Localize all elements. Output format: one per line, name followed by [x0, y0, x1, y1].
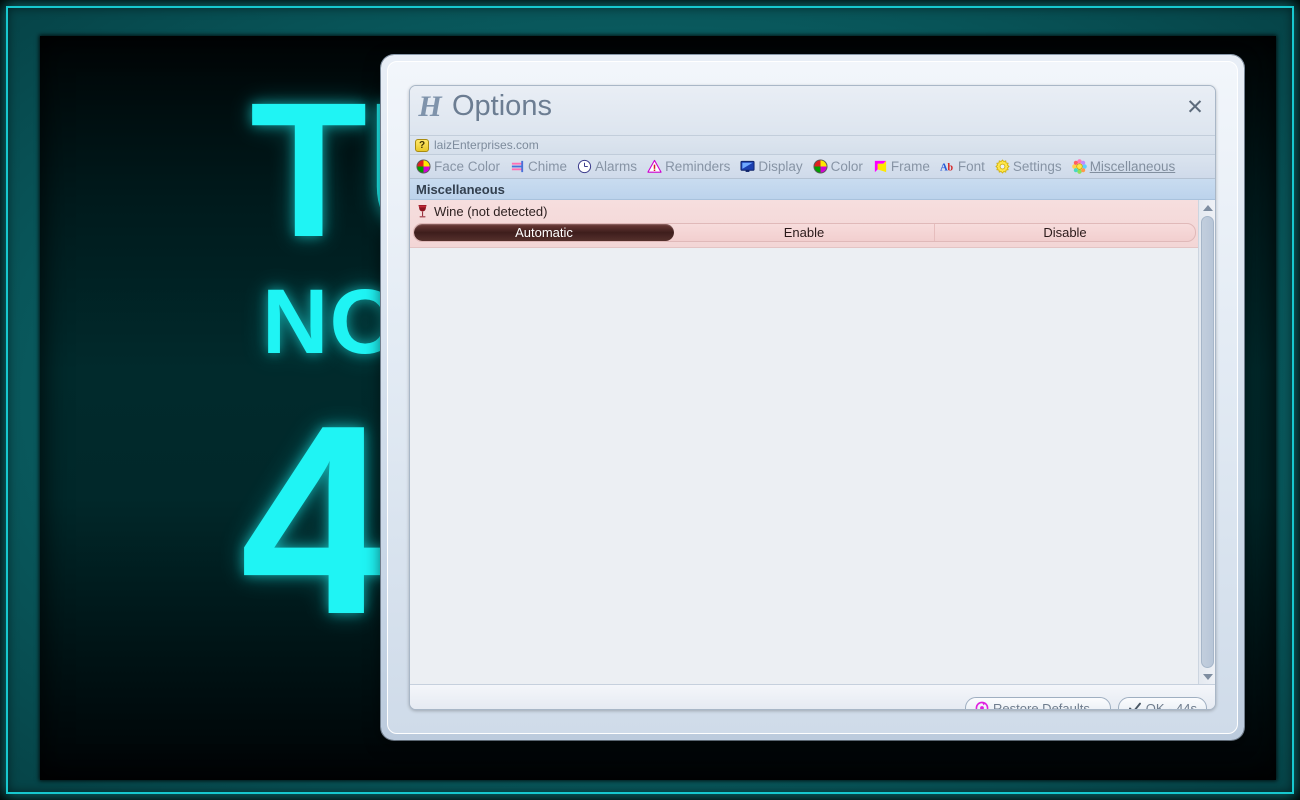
options-content-area: Wine (not detected) Automatic Enable Dis… [410, 200, 1215, 684]
url-bar: ? laizEnterprises.com [410, 136, 1215, 155]
option-label: Wine (not detected) [434, 203, 548, 219]
triangle-up-icon [1202, 204, 1213, 211]
triangle-down-icon [1202, 673, 1213, 680]
dialog-title: Options [452, 90, 552, 122]
tab-label: Reminders [665, 159, 731, 174]
option-title-row: Wine (not detected) [410, 202, 1198, 220]
url-text: laizEnterprises.com [434, 138, 539, 152]
options-dialog: H Options ✕ ? laizEnterprises.com Face C… [381, 55, 1244, 740]
flower-gear-icon [1071, 159, 1087, 174]
segment-disable[interactable]: Disable [935, 224, 1195, 241]
color-wheel-icon [813, 159, 828, 174]
font-ab-icon: A b [940, 162, 954, 174]
gear-icon [995, 159, 1010, 174]
segment-enable[interactable]: Enable [674, 224, 935, 241]
tab-frame[interactable]: Frame [872, 159, 931, 174]
frame-corner-icon [874, 160, 886, 173]
tab-color[interactable]: Color [812, 159, 864, 174]
option-list: Wine (not detected) Automatic Enable Dis… [410, 200, 1198, 248]
dialog-content-frame: H Options ✕ ? laizEnterprises.com Face C… [409, 85, 1216, 710]
clock-icon [577, 159, 592, 174]
tab-font[interactable]: A b Font [939, 159, 986, 174]
vertical-scrollbar[interactable] [1198, 200, 1215, 684]
option-row-wine: Wine (not detected) Automatic Enable Dis… [410, 200, 1198, 248]
ok-button[interactable]: OK - 44s [1117, 696, 1207, 710]
tab-label: Miscellaneous [1089, 159, 1176, 174]
dialog-footer: Restore Defaults... OK - 44s [410, 684, 1215, 710]
scroll-up-arrow-icon[interactable] [1199, 200, 1215, 215]
app-logo-icon: H [418, 90, 442, 123]
wine-glass-icon [418, 205, 427, 218]
tab-label: Color [830, 159, 863, 174]
clock-time-text: 4 [240, 370, 390, 671]
scrollbar-thumb[interactable] [1201, 216, 1214, 668]
help-icon[interactable]: ? [415, 138, 429, 152]
tab-label: Settings [1012, 159, 1062, 174]
segment-label: Automatic [515, 225, 573, 240]
section-header: Miscellaneous [410, 179, 1215, 200]
tab-alarms[interactable]: Alarms [576, 159, 638, 174]
segment-label: Disable [1043, 225, 1087, 240]
restore-defaults-label: Restore Defaults... [993, 700, 1101, 710]
segment-label: Enable [783, 225, 825, 240]
tab-reminders[interactable]: Reminders [646, 159, 731, 174]
close-icon[interactable]: ✕ [1183, 96, 1207, 120]
restore-defaults-button[interactable]: Restore Defaults... [965, 696, 1111, 710]
chime-bars-icon [511, 160, 524, 173]
wine-mode-segmented-control: Automatic Enable Disable [413, 223, 1196, 242]
tab-label: Frame [890, 159, 930, 174]
checkmark-icon [1128, 702, 1141, 709]
tab-settings[interactable]: Settings [994, 159, 1063, 174]
tab-strip: Face Color Chime Alarms Reminders Displa… [410, 155, 1215, 179]
monitor-icon [740, 160, 755, 172]
warning-triangle-icon [647, 159, 662, 173]
tab-label: Chime [528, 159, 568, 174]
tab-label: Display [758, 159, 803, 174]
tab-chime[interactable]: Chime [509, 159, 568, 174]
dialog-titlebar: H Options ✕ [410, 86, 1215, 136]
screen: TU NOV 4 H Options ✕ ? laizEnterprises.c… [0, 0, 1300, 800]
tab-face-color[interactable]: Face Color [415, 159, 501, 174]
tab-display[interactable]: Display [739, 159, 803, 174]
svg-text:b: b [947, 163, 953, 174]
tab-label: Alarms [595, 159, 638, 174]
scroll-down-arrow-icon[interactable] [1199, 669, 1215, 684]
segment-automatic[interactable]: Automatic [414, 224, 674, 241]
ok-label: OK - 44s [1145, 700, 1197, 710]
tab-label: Font [957, 159, 985, 174]
restore-icon [975, 701, 989, 709]
color-wheel-icon [416, 159, 431, 174]
tab-label: Face Color [434, 159, 501, 174]
tab-miscellaneous[interactable]: Miscellaneous [1071, 159, 1177, 174]
